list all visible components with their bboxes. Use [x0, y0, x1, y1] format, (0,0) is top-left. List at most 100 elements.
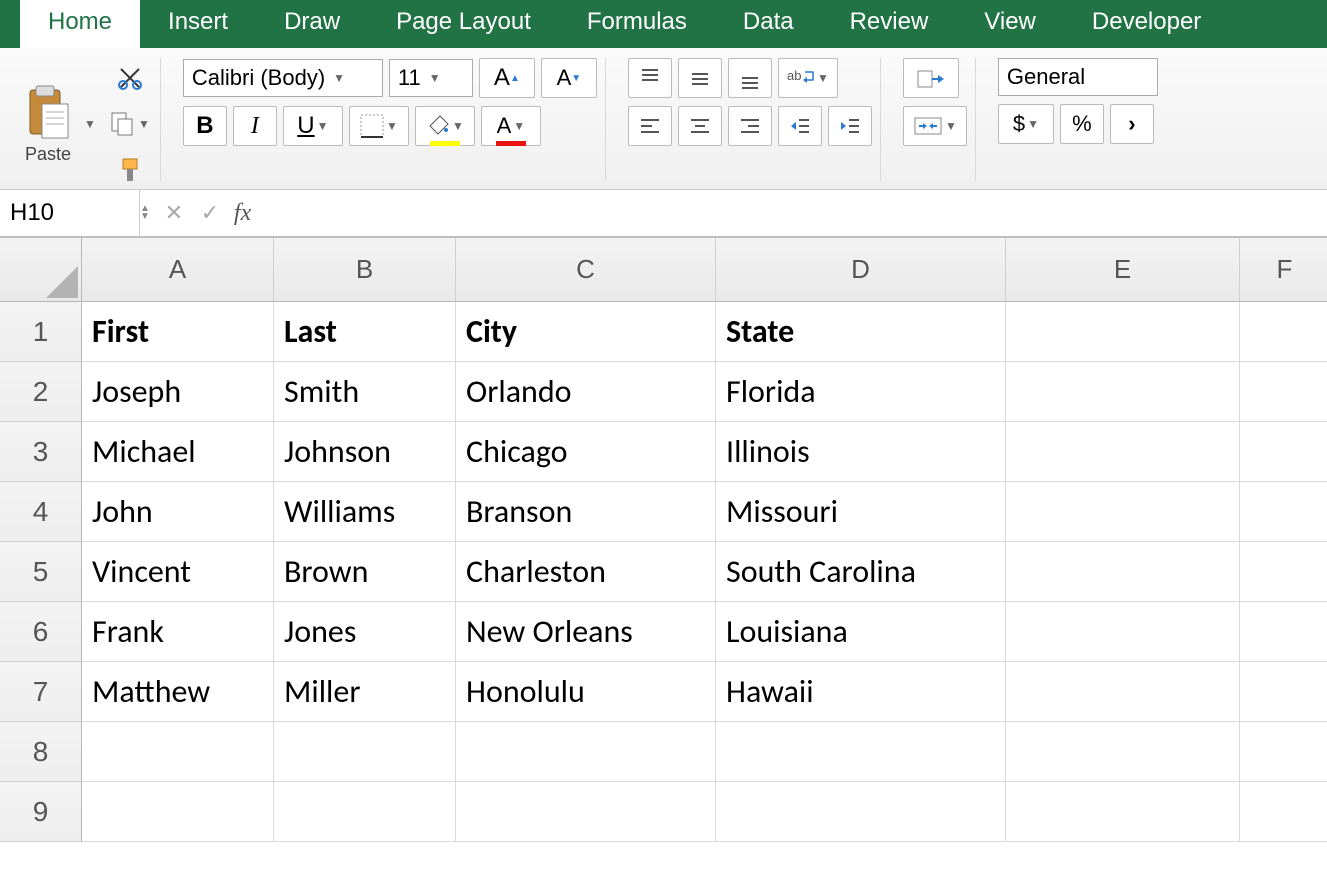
cell-E9[interactable]: [1006, 782, 1240, 842]
paste-button[interactable]: Paste: [20, 82, 76, 167]
align-center-button[interactable]: [678, 106, 722, 146]
cell-D6[interactable]: Louisiana: [716, 602, 1006, 662]
cell-C8[interactable]: [456, 722, 716, 782]
align-left-button[interactable]: [628, 106, 672, 146]
cell-D8[interactable]: [716, 722, 1006, 782]
row-header-1[interactable]: 1: [0, 302, 82, 362]
cell-F9[interactable]: [1240, 782, 1327, 842]
cell-D9[interactable]: [716, 782, 1006, 842]
row-header-9[interactable]: 9: [0, 782, 82, 842]
align-right-button[interactable]: [728, 106, 772, 146]
tab-data[interactable]: Data: [715, 0, 822, 48]
name-box-stepper[interactable]: ▲▼: [140, 205, 150, 221]
cell-D2[interactable]: Florida: [716, 362, 1006, 422]
increase-font-button[interactable]: A▲: [479, 58, 535, 98]
percent-button[interactable]: %: [1060, 104, 1104, 144]
font-color-button[interactable]: A ▼: [481, 106, 541, 146]
cell-B7[interactable]: Miller: [274, 662, 456, 722]
row-header-8[interactable]: 8: [0, 722, 82, 782]
cell-E4[interactable]: [1006, 482, 1240, 542]
cell-B9[interactable]: [274, 782, 456, 842]
cell-B4[interactable]: Williams: [274, 482, 456, 542]
cell-F1[interactable]: [1240, 302, 1327, 362]
tab-draw[interactable]: Draw: [256, 0, 368, 48]
format-painter-button[interactable]: [108, 150, 152, 190]
cell-A2[interactable]: Joseph: [82, 362, 274, 422]
tab-review[interactable]: Review: [822, 0, 957, 48]
paste-dropdown-caret[interactable]: ▼: [84, 117, 96, 131]
cell-C7[interactable]: Honolulu: [456, 662, 716, 722]
cell-B2[interactable]: Smith: [274, 362, 456, 422]
cell-C3[interactable]: Chicago: [456, 422, 716, 482]
tab-view[interactable]: View: [956, 0, 1064, 48]
column-header-F[interactable]: F: [1240, 238, 1327, 302]
cell-B3[interactable]: Johnson: [274, 422, 456, 482]
cell-C1[interactable]: City: [456, 302, 716, 362]
cell-A6[interactable]: Frank: [82, 602, 274, 662]
increase-indent-button[interactable]: [828, 106, 872, 146]
cell-F8[interactable]: [1240, 722, 1327, 782]
align-middle-button[interactable]: [678, 58, 722, 98]
cell-E1[interactable]: [1006, 302, 1240, 362]
tab-page-layout[interactable]: Page Layout: [368, 0, 559, 48]
cell-B8[interactable]: [274, 722, 456, 782]
cell-A5[interactable]: Vincent: [82, 542, 274, 602]
column-header-B[interactable]: B: [274, 238, 456, 302]
cell-E6[interactable]: [1006, 602, 1240, 662]
cell-C4[interactable]: Branson: [456, 482, 716, 542]
cell-F5[interactable]: [1240, 542, 1327, 602]
cell-D5[interactable]: South Carolina: [716, 542, 1006, 602]
tab-home[interactable]: Home: [20, 0, 140, 48]
currency-button[interactable]: $▼: [998, 104, 1054, 144]
row-header-5[interactable]: 5: [0, 542, 82, 602]
cell-E8[interactable]: [1006, 722, 1240, 782]
select-all-corner[interactable]: [0, 238, 82, 302]
cell-C9[interactable]: [456, 782, 716, 842]
column-header-E[interactable]: E: [1006, 238, 1240, 302]
accept-formula-button[interactable]: ✓: [192, 200, 228, 226]
italic-button[interactable]: I: [233, 106, 277, 146]
align-bottom-button[interactable]: [728, 58, 772, 98]
row-header-3[interactable]: 3: [0, 422, 82, 482]
cell-A8[interactable]: [82, 722, 274, 782]
cell-D1[interactable]: State: [716, 302, 1006, 362]
cell-A9[interactable]: [82, 782, 274, 842]
cell-C5[interactable]: Charleston: [456, 542, 716, 602]
number-format-dropdown[interactable]: General: [998, 58, 1158, 96]
merge-button[interactable]: ▼: [903, 106, 967, 146]
cell-F4[interactable]: [1240, 482, 1327, 542]
cell-F3[interactable]: [1240, 422, 1327, 482]
tab-insert[interactable]: Insert: [140, 0, 256, 48]
formula-input[interactable]: [257, 190, 1327, 236]
column-header-D[interactable]: D: [716, 238, 1006, 302]
tab-developer[interactable]: Developer: [1064, 0, 1229, 48]
cell-A4[interactable]: John: [82, 482, 274, 542]
tab-formulas[interactable]: Formulas: [559, 0, 715, 48]
row-header-7[interactable]: 7: [0, 662, 82, 722]
name-box[interactable]: H10: [0, 190, 140, 236]
copy-dropdown-caret[interactable]: ▼: [138, 117, 150, 131]
comma-button[interactable]: ›: [1110, 104, 1154, 144]
cell-E2[interactable]: [1006, 362, 1240, 422]
cancel-formula-button[interactable]: ✕: [156, 200, 192, 226]
cell-B1[interactable]: Last: [274, 302, 456, 362]
bold-button[interactable]: B: [183, 106, 227, 146]
column-header-C[interactable]: C: [456, 238, 716, 302]
cell-D4[interactable]: Missouri: [716, 482, 1006, 542]
cell-D7[interactable]: Hawaii: [716, 662, 1006, 722]
cell-E5[interactable]: [1006, 542, 1240, 602]
font-name-dropdown[interactable]: Calibri (Body)▼: [183, 59, 383, 97]
orientation-button[interactable]: [903, 58, 959, 98]
cell-E3[interactable]: [1006, 422, 1240, 482]
cell-B6[interactable]: Jones: [274, 602, 456, 662]
borders-button[interactable]: ▼: [349, 106, 409, 146]
row-header-4[interactable]: 4: [0, 482, 82, 542]
cell-F2[interactable]: [1240, 362, 1327, 422]
cell-D3[interactable]: Illinois: [716, 422, 1006, 482]
fx-icon[interactable]: fx: [228, 200, 257, 227]
underline-button[interactable]: U▼: [283, 106, 343, 146]
row-header-6[interactable]: 6: [0, 602, 82, 662]
cell-B5[interactable]: Brown: [274, 542, 456, 602]
cell-C6[interactable]: New Orleans: [456, 602, 716, 662]
font-size-dropdown[interactable]: 11▼: [389, 59, 473, 97]
